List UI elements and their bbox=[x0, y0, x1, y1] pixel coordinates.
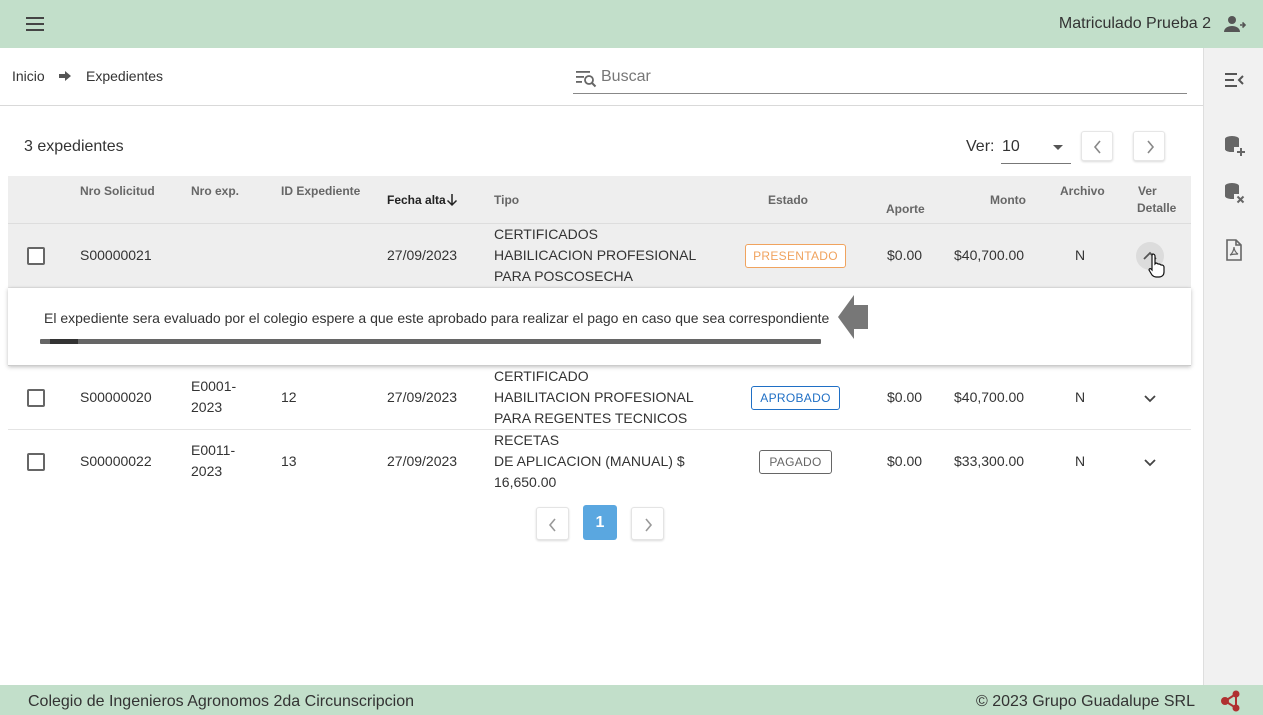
pagination-prev-button[interactable] bbox=[536, 507, 569, 540]
cell-tipo-line1: CERTIFICADO bbox=[494, 368, 589, 384]
cell-tipo-line2: HABILICACION PROFESIONAL bbox=[494, 247, 697, 263]
expand-detail-chevron-down-icon[interactable] bbox=[1139, 451, 1161, 473]
user-name[interactable]: Matriculado Prueba 2 bbox=[1059, 15, 1211, 33]
column-tipo[interactable]: Tipo bbox=[494, 192, 519, 209]
cell-fecha-alta: 27/09/2023 bbox=[387, 389, 458, 405]
horizontal-scrollbar[interactable] bbox=[40, 339, 821, 344]
share-logo-icon[interactable] bbox=[1219, 690, 1243, 712]
record-count: 3 expedientes bbox=[24, 138, 124, 155]
cell-fecha-alta: 27/09/2023 bbox=[387, 453, 458, 469]
row-checkbox[interactable] bbox=[27, 389, 45, 407]
caret-down-icon bbox=[1053, 145, 1063, 150]
menu-collapse-icon[interactable] bbox=[1222, 68, 1246, 92]
table-header: Nro Solicitud Nro exp. ID Expediente Fec… bbox=[8, 176, 1191, 224]
cell-tipo-line2: DE APLICACION (MANUAL) $ bbox=[494, 453, 685, 469]
column-archivo[interactable]: Archivo bbox=[1060, 183, 1105, 200]
collapse-detail-button[interactable] bbox=[1136, 242, 1164, 270]
cell-monto: $33,300.00 bbox=[954, 453, 1025, 469]
chevron-up-icon bbox=[1143, 251, 1157, 260]
cell-tipo-line1: CERTIFICADOS bbox=[494, 226, 598, 242]
database-remove-icon[interactable] bbox=[1222, 181, 1246, 205]
footer-copyright: © 2023 Grupo Guadalupe SRL bbox=[975, 693, 1195, 710]
cell-archivo: N bbox=[1075, 389, 1086, 405]
search-input[interactable] bbox=[601, 66, 1171, 88]
cell-tipo-line1: RECETAS bbox=[494, 432, 560, 448]
pagination-next-button[interactable] bbox=[631, 507, 664, 540]
cell-fecha-alta: 27/09/2023 bbox=[387, 247, 458, 263]
pagination-page-button[interactable]: 1 bbox=[583, 505, 617, 540]
cell-monto: $40,700.00 bbox=[954, 389, 1025, 405]
cell-nro-exp-line1: E0011- bbox=[191, 442, 236, 458]
cell-nro-solicitud: S00000022 bbox=[80, 453, 152, 469]
next-page-button[interactable] bbox=[1133, 131, 1165, 161]
status-badge: PAGADO bbox=[759, 450, 832, 474]
prev-page-button[interactable] bbox=[1081, 131, 1113, 161]
column-id-expediente[interactable]: ID Expediente bbox=[281, 183, 360, 200]
page-size-value: 10 bbox=[1002, 138, 1020, 155]
cell-archivo: N bbox=[1075, 247, 1086, 263]
detail-message: El expediente sera evaluado por el coleg… bbox=[44, 310, 830, 326]
cell-nro-solicitud: S00000021 bbox=[80, 247, 152, 263]
cell-archivo: N bbox=[1075, 453, 1086, 469]
expand-detail-chevron-down-icon[interactable] bbox=[1139, 387, 1161, 409]
toolbar: Inicio Expedientes bbox=[0, 48, 1203, 106]
row-checkbox[interactable] bbox=[27, 247, 45, 265]
file-pdf-icon[interactable] bbox=[1222, 238, 1246, 262]
page-size-label: Ver: bbox=[966, 138, 995, 155]
chevron-right-icon bbox=[1147, 140, 1155, 154]
right-sidebar bbox=[1203, 48, 1263, 685]
breadcrumb-home[interactable]: Inicio bbox=[12, 68, 45, 84]
status-badge: PRESENTADO bbox=[745, 244, 846, 268]
table-row[interactable]: S00000021 27/09/2023 CERTIFICADOS HABILI… bbox=[8, 224, 1191, 288]
row-detail-panel: El expediente sera evaluado por el coleg… bbox=[8, 288, 1191, 366]
cell-nro-exp-line2: 2023 bbox=[191, 399, 223, 415]
cell-aporte: $0.00 bbox=[887, 247, 923, 263]
column-nro-solicitud[interactable]: Nro Solicitud bbox=[80, 183, 155, 200]
column-monto[interactable]: Monto bbox=[990, 192, 1026, 209]
hamburger-menu-icon[interactable] bbox=[24, 14, 48, 34]
cell-tipo-line3: PARA POSCOSECHA bbox=[494, 268, 634, 284]
chevron-right-icon bbox=[645, 518, 653, 532]
footer-organization: Colegio de Ingenieros Agronomos 2da Circ… bbox=[28, 693, 414, 710]
cell-aporte: $0.00 bbox=[887, 389, 923, 405]
column-estado[interactable]: Estado bbox=[768, 192, 808, 209]
breadcrumb-current: Expedientes bbox=[86, 68, 164, 84]
cell-monto: $40,700.00 bbox=[954, 247, 1025, 263]
column-nro-exp[interactable]: Nro exp. bbox=[191, 183, 239, 200]
cell-tipo-line3: PARA REGENTES TECNICOS bbox=[494, 410, 688, 426]
cell-aporte: $0.00 bbox=[887, 453, 923, 469]
account-switch-icon[interactable] bbox=[1223, 12, 1247, 36]
cell-nro-exp-line2: 2023 bbox=[191, 463, 223, 479]
database-plus-icon[interactable] bbox=[1222, 134, 1246, 158]
cell-nro-solicitud: S00000020 bbox=[80, 389, 152, 405]
footer: Colegio de Ingenieros Agronomos 2da Circ… bbox=[0, 685, 1263, 715]
page-size-select[interactable]: 10 bbox=[1001, 130, 1071, 164]
cell-tipo-line2: HABILITACION PROFESIONAL bbox=[494, 389, 694, 405]
column-aporte[interactable]: Aporte bbox=[886, 201, 925, 218]
chevron-left-icon bbox=[548, 518, 556, 532]
chevron-left-icon bbox=[1093, 140, 1101, 154]
row-checkbox[interactable] bbox=[27, 453, 45, 471]
cell-nro-exp-line1: E0001- bbox=[191, 378, 237, 394]
column-ver-detalle-line2: Detalle bbox=[1137, 201, 1177, 215]
search-box bbox=[573, 60, 1187, 94]
status-badge: APROBADO bbox=[751, 386, 840, 410]
arrow-right-icon bbox=[59, 71, 71, 81]
scrollbar-thumb[interactable] bbox=[50, 339, 78, 344]
filter-search-icon bbox=[576, 71, 597, 88]
top-app-bar: Matriculado Prueba 2 bbox=[0, 0, 1263, 48]
table-row[interactable]: S00000022 E0011- 2023 13 27/09/2023 RECE… bbox=[8, 430, 1191, 494]
sort-descending-icon[interactable] bbox=[446, 193, 458, 207]
table-row[interactable]: S00000020 E0001- 2023 12 27/09/2023 CERT… bbox=[8, 366, 1191, 430]
cell-id-expediente: 13 bbox=[281, 453, 297, 469]
arrow-left-icon bbox=[838, 295, 868, 339]
column-fecha-alta[interactable]: Fecha alta bbox=[387, 192, 446, 209]
column-ver-detalle-line1: Ver bbox=[1138, 184, 1157, 198]
cell-id-expediente: 12 bbox=[281, 389, 297, 405]
cell-tipo-line3: 16,650.00 bbox=[494, 474, 557, 490]
